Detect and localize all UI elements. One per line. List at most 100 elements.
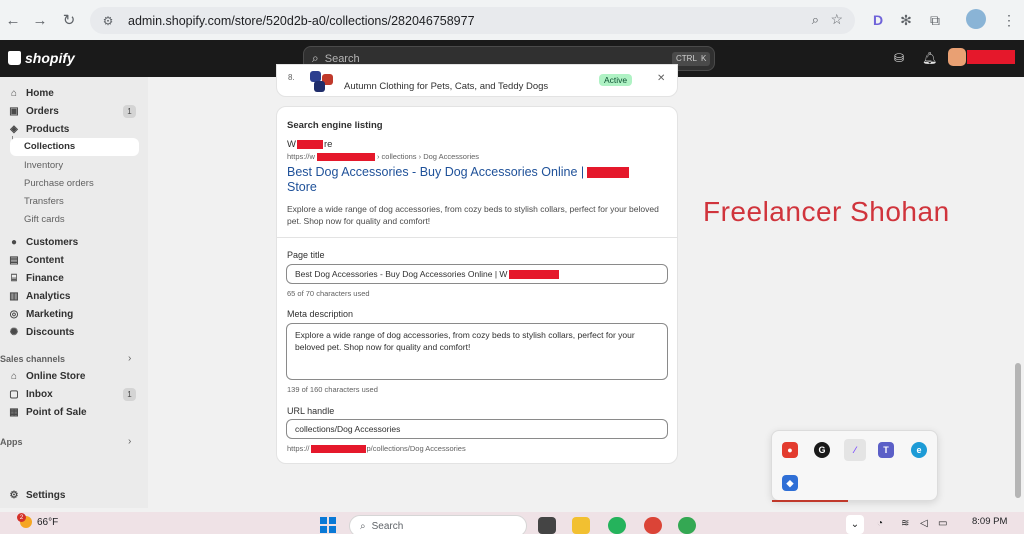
address-bar[interactable]: ⚙ admin.shopify.com/store/520d2b-a0/coll… — [90, 7, 855, 34]
url-handle-help: https:// p/collections/Dog Accessories — [287, 444, 466, 454]
sidebar-item-content[interactable]: ▤ Content — [8, 252, 64, 269]
preview-title-text: Best Dog Accessories - Buy Dog Accessori… — [287, 165, 585, 179]
tray-teams-icon[interactable]: T — [878, 442, 894, 458]
reload-icon[interactable]: ↻ — [56, 7, 82, 33]
sidebar-label: Content — [26, 255, 64, 266]
extensions-puzzle-icon[interactable]: ⧉ — [924, 9, 946, 31]
notification-bell-icon[interactable]: 🔔︎ — [922, 51, 937, 65]
zoom-icon[interactable]: ⌕ — [812, 12, 819, 28]
back-icon[interactable]: ← — [0, 7, 26, 33]
extension-gear-icon[interactable]: ✻ — [895, 9, 917, 31]
url-handle-input[interactable]: collections/Dog Accessories — [286, 419, 668, 439]
redacted-store-name — [967, 50, 1015, 64]
breadcrumb-prefix: https://w — [287, 152, 315, 161]
chart-icon: ▥ — [9, 291, 19, 302]
page-title-input[interactable]: Best Dog Accessories - Buy Dog Accessori… — [286, 264, 668, 284]
watermark-text: Freelancer Shohan — [703, 196, 950, 227]
orders-icon: ▣ — [9, 106, 19, 117]
collection-product-row[interactable]: 8. Autumn Clothing for Pets, Cats, and T… — [276, 64, 678, 97]
bank-icon: ⌸ — [11, 273, 17, 284]
url-help-prefix: https:// — [287, 444, 310, 453]
forward-icon[interactable]: → — [27, 7, 53, 33]
sidebar-item-analytics[interactable]: ▥ Analytics — [8, 288, 70, 305]
taskbar-search-input[interactable]: ⌕ Search — [349, 515, 527, 534]
chrome-profile-icon[interactable] — [678, 517, 696, 534]
site-settings-icon[interactable]: ⚙ — [100, 13, 116, 29]
network-icon[interactable]: ◔ — [877, 518, 883, 529]
extension-d-icon[interactable]: D — [867, 9, 889, 31]
sidebar-label: Finance — [26, 273, 64, 284]
tray-recorder-icon[interactable]: ● — [782, 442, 798, 458]
meta-description-help: 139 of 160 characters used — [287, 385, 378, 394]
tray-pen-icon[interactable]: ⁄ — [844, 439, 866, 461]
taskbar-app-icon[interactable] — [538, 517, 556, 534]
sidebar-label: Discounts — [26, 327, 75, 338]
sidebar-item-orders[interactable]: ▣ Orders — [8, 103, 59, 120]
store-name-prefix: W — [287, 139, 296, 150]
page-scrollbar[interactable] — [1015, 363, 1021, 498]
sidebar-item-home[interactable]: ⌂ Home — [8, 85, 54, 102]
preview-breadcrumb: https://w › collections › Dog Accessories — [287, 152, 479, 161]
store-avatar[interactable] — [948, 48, 966, 66]
sidebar-item-purchase-orders[interactable]: Purchase orders — [24, 178, 94, 189]
tray-grammarly-icon[interactable]: G — [814, 442, 830, 458]
sidebar-label: Orders — [26, 106, 59, 117]
whatsapp-icon[interactable] — [608, 517, 626, 534]
sidebar-item-inbox[interactable]: ▢ Inbox — [8, 386, 53, 403]
chevron-right-icon[interactable]: › — [128, 353, 131, 364]
store-icon[interactable]: ⛁ — [894, 51, 904, 65]
taskbar-search-placeholder: Search — [371, 520, 404, 532]
clock-time[interactable]: 8:09 PM — [972, 516, 1007, 527]
chrome-icon[interactable] — [644, 517, 662, 534]
url-text: admin.shopify.com/store/520d2b-a0/collec… — [128, 13, 475, 28]
file-explorer-icon[interactable] — [572, 517, 590, 534]
volume-icon[interactable]: ◁ — [920, 518, 928, 529]
sidebar-item-transfers[interactable]: Transfers — [24, 196, 64, 207]
divider — [277, 237, 677, 238]
tray-edge-icon[interactable]: e — [911, 442, 927, 458]
sidebar-item-discounts[interactable]: ✺ Discounts — [8, 324, 75, 341]
sidebar-item-inventory[interactable]: Inventory — [24, 160, 63, 171]
product-thumbnail — [308, 71, 336, 93]
target-icon: ◎ — [9, 309, 19, 320]
sidebar-item-customers[interactable]: ● Customers — [8, 234, 78, 251]
pos-icon: ▦ — [9, 407, 19, 418]
battery-icon[interactable]: ▭ — [938, 518, 947, 529]
temperature-text: 66°F — [37, 516, 59, 528]
sidebar-item-collections[interactable]: Collections — [10, 138, 139, 156]
shopify-logo[interactable]: shopify — [8, 50, 75, 66]
apps-heading: Apps — [0, 437, 23, 447]
chevron-right-icon[interactable]: › — [128, 436, 131, 447]
sidebar-item-point-of-sale[interactable]: ▦ Point of Sale — [8, 404, 86, 421]
tray-shield-icon[interactable]: ◆ — [782, 475, 798, 491]
preview-description: Explore a wide range of dog accessories,… — [287, 204, 659, 226]
profile-avatar-icon[interactable] — [966, 9, 986, 29]
sidebar-item-gift-cards[interactable]: Gift cards — [24, 214, 65, 225]
search-engine-listing-card: Search engine listing Wre https://w › col… — [276, 106, 678, 464]
bookmark-star-icon[interactable]: ☆ — [830, 11, 843, 28]
weather-widget[interactable]: 2 66°F — [17, 513, 59, 528]
search-placeholder: Search — [324, 52, 360, 65]
page-title-value: Best Dog Accessories - Buy Dog Accessori… — [295, 269, 508, 279]
chevron-up-icon[interactable]: ⌄ — [846, 515, 864, 534]
sidebar-label: Products — [26, 124, 70, 135]
remove-icon[interactable]: ✕ — [657, 73, 665, 84]
meta-description-textarea[interactable]: Explore a wide range of dog accessories,… — [286, 323, 668, 380]
windows-start-icon[interactable] — [320, 517, 336, 533]
person-icon: ● — [10, 237, 18, 248]
sidebar-item-settings[interactable]: ⚙ Settings — [8, 487, 66, 504]
wifi-icon[interactable]: ≋ — [901, 518, 909, 529]
sidebar-label: Inbox — [26, 389, 53, 400]
weather-sun-icon: 2 — [17, 513, 32, 528]
redacted-block — [296, 139, 323, 149]
content-icon: ▤ — [9, 255, 19, 266]
redacted-block — [509, 270, 560, 280]
product-name[interactable]: Autumn Clothing for Pets, Cats, and Tedd… — [344, 81, 548, 92]
sidebar-item-marketing[interactable]: ◎ Marketing — [8, 306, 74, 323]
sidebar-item-online-store[interactable]: ⌂ Online Store — [8, 368, 85, 385]
sidebar-item-finance[interactable]: ⌸ Finance — [8, 270, 64, 287]
browser-menu-icon[interactable]: ⋮ — [998, 9, 1020, 31]
preview-title: Best Dog Accessories - Buy Dog Accessori… — [287, 165, 667, 195]
tray-underline — [772, 500, 848, 502]
store-name-suffix: re — [323, 139, 333, 150]
